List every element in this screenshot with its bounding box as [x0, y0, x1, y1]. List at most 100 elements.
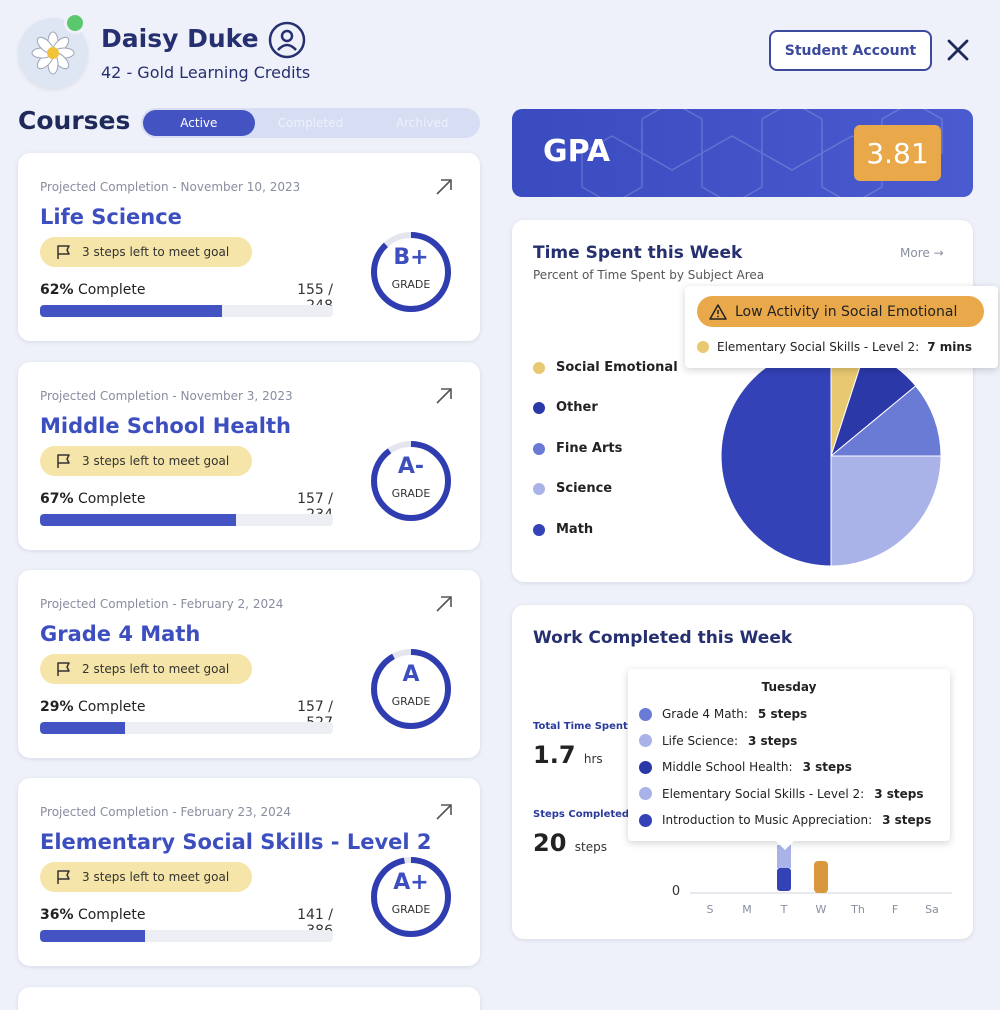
course-title[interactable]: Life Science [40, 205, 182, 229]
legend-dot [533, 401, 545, 414]
projected-completion-date: Projected Completion - November 3, 2023 [40, 389, 293, 403]
tooltip-day: Tuesday [761, 680, 817, 694]
legend-label: Science [556, 481, 613, 496]
tab-completed[interactable]: Completed [255, 110, 367, 136]
legend-item: Other [533, 400, 598, 415]
grade-label: GRADE [391, 487, 431, 500]
percent-value: 67% [40, 491, 74, 507]
daisy-icon [31, 31, 75, 75]
legend-item: Math [533, 522, 593, 537]
open-course-arrow-icon[interactable] [434, 177, 454, 197]
time-pie-chart [721, 346, 941, 566]
legend-item: Fine Arts [533, 441, 622, 456]
legend-dot [533, 361, 545, 374]
tab-active[interactable]: Active [143, 110, 255, 136]
learning-credits: 42 - Gold Learning Credits [101, 63, 311, 82]
percent-complete: 36% Complete [40, 907, 145, 923]
course-card[interactable]: Projected Completion - February 2, 2024 … [18, 570, 480, 758]
grade-letter: A [402, 662, 420, 687]
projected-completion-date: Projected Completion - February 2, 2024 [40, 597, 284, 611]
tooltip-item: Introduction to Music Appreciation: 3 ste… [639, 813, 931, 827]
tooltip-pointer [775, 840, 795, 850]
tooltip-item: Life Science: 3 steps [639, 734, 797, 748]
course-card[interactable] [18, 987, 480, 1010]
close-icon[interactable] [944, 36, 972, 64]
progress-bar [40, 722, 333, 734]
work-completed-title: Work Completed this Week [533, 628, 793, 648]
course-card[interactable]: Projected Completion - February 23, 2024… [18, 778, 480, 966]
grade-letter: A- [397, 454, 425, 479]
flag-icon [57, 870, 70, 884]
bar-wednesday[interactable] [814, 861, 828, 893]
more-link[interactable]: More → [900, 246, 944, 260]
progress-fill [40, 930, 146, 942]
tooltip-item-dot [639, 760, 652, 774]
flag-icon [57, 662, 70, 676]
course-card[interactable]: Projected Completion - November 10, 2023… [18, 153, 480, 341]
course-title[interactable]: Middle School Health [40, 414, 291, 438]
course-card[interactable]: Projected Completion - November 3, 2023 … [18, 362, 480, 550]
low-activity-text: Low Activity in Social Emotional [735, 303, 958, 320]
open-course-arrow-icon[interactable] [434, 386, 454, 406]
total-time-number: 1.7 [533, 741, 576, 769]
flag-icon [57, 454, 70, 468]
legend-dot [533, 482, 545, 495]
legend-label: Fine Arts [556, 441, 623, 456]
progress-fill [40, 514, 237, 526]
open-course-arrow-icon[interactable] [434, 802, 454, 822]
tooltip-item-dot [639, 787, 652, 800]
user-name: Daisy Duke [101, 24, 259, 53]
flag-icon [57, 245, 70, 259]
y-tick-label: 0 [672, 884, 680, 899]
complete-word: Complete [77, 491, 146, 507]
gpa-label: GPA [543, 134, 611, 169]
grade-ring [371, 441, 451, 521]
profile-icon[interactable] [268, 21, 306, 59]
tooltip-detail-label: Elementary Social Skills - Level 2: [717, 340, 920, 354]
goal-text: 2 steps left to meet goal [82, 662, 230, 676]
percent-complete: 29% Complete [40, 699, 145, 715]
tooltip-item-value: 3 steps [882, 813, 932, 827]
total-time-unit: hrs [583, 752, 603, 766]
tooltip-dot [697, 341, 709, 353]
progress-fill [40, 305, 222, 317]
course-title[interactable]: Elementary Social Skills - Level 2 [40, 830, 432, 854]
goal-badge: 3 steps left to meet goal [40, 237, 252, 267]
work-bar-chart: 0 S M T W Th F Sa [672, 845, 952, 916]
gpa-banner: GPA 3.81 [512, 109, 973, 197]
course-title[interactable]: Grade 4 Math [40, 622, 200, 646]
tooltip-item: Elementary Social Skills - Level 2: 3 ste… [639, 787, 924, 801]
legend-item: Social Emotional [533, 360, 678, 375]
goal-text: 3 steps left to meet goal [82, 870, 230, 884]
percent-value: 62% [40, 282, 74, 298]
low-activity-tooltip: Low Activity in Social Emotional Element… [685, 286, 998, 368]
grade-letter: B+ [393, 245, 429, 270]
student-account-button[interactable]: Student Account [769, 30, 932, 71]
steps-unit: steps [574, 840, 607, 854]
grade-ring [371, 857, 451, 937]
progress-bar [40, 930, 333, 942]
percent-value: 36% [40, 907, 74, 923]
complete-word: Complete [77, 699, 146, 715]
pie-slice-math[interactable] [721, 346, 832, 566]
goal-text: 3 steps left to meet goal [82, 454, 230, 468]
progress-bar [40, 514, 333, 526]
time-spent-title: Time Spent this Week [533, 243, 743, 263]
course-tabs: Active Completed Archived [141, 108, 480, 138]
day-label: S [707, 903, 714, 916]
steps-completed-value: 20 steps [533, 829, 607, 857]
bar-tuesday[interactable] [777, 868, 791, 891]
open-course-arrow-icon[interactable] [434, 594, 454, 614]
legend-label: Math [556, 522, 594, 537]
goal-badge: 2 steps left to meet goal [40, 654, 252, 684]
legend-label: Social Emotional [556, 360, 678, 375]
day-label: Sa [925, 903, 939, 916]
tooltip-item-dot [639, 707, 652, 721]
tooltip-detail-value: 7 mins [927, 340, 973, 354]
grade-label: GRADE [391, 903, 431, 916]
tooltip-item-label: Life Science: [662, 733, 739, 748]
tab-archived[interactable]: Archived [366, 110, 478, 136]
tooltip-detail: Elementary Social Skills - Level 2: 7 mi… [697, 340, 972, 354]
pie-slice-science[interactable] [830, 455, 941, 566]
grade-ring [371, 649, 451, 729]
